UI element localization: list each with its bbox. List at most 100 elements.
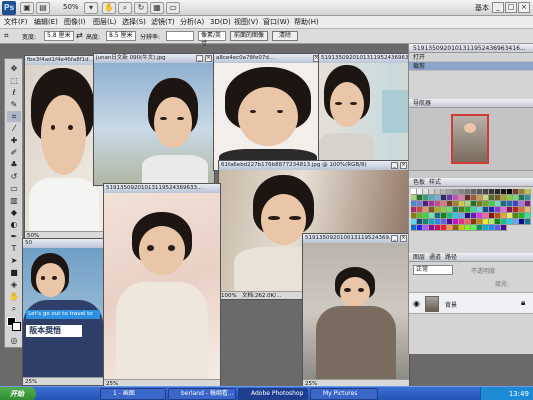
taskbar-item-browser[interactable]: berland - 稿纲看... bbox=[168, 388, 236, 400]
history-item-open[interactable]: 打开 bbox=[409, 53, 533, 62]
tab-layers[interactable]: 图层 bbox=[413, 253, 425, 262]
hand-tool-icon[interactable]: ✋ bbox=[102, 2, 116, 14]
quick-select-tool-icon[interactable]: ✎ bbox=[7, 99, 21, 110]
shape-tool-icon[interactable]: ■ bbox=[7, 267, 21, 278]
poster-caption: Let's go out to travel to bbox=[26, 309, 100, 319]
resolution-unit-select[interactable]: 像素/英寸 bbox=[198, 31, 226, 47]
taskbar-item-photoshop[interactable]: Adobe Photoshop bbox=[238, 388, 308, 400]
marquee-tool-icon[interactable]: ⬚ bbox=[7, 75, 21, 86]
zoom-dropdown-icon[interactable]: ▾ bbox=[84, 2, 98, 14]
system-tray-clock[interactable]: 13:49 bbox=[480, 387, 533, 400]
move-tool-icon[interactable]: ✥ bbox=[7, 63, 21, 74]
document-window-6[interactable]: 51913509201013119524369633... 25% bbox=[103, 183, 221, 388]
pen-tool-icon[interactable]: ✒ bbox=[7, 231, 21, 242]
menu-help[interactable]: 帮助(H) bbox=[294, 17, 319, 28]
document-2-close-icon[interactable]: × bbox=[205, 55, 212, 62]
width-label: 宽度: bbox=[22, 34, 37, 41]
blur-tool-icon[interactable]: ◆ bbox=[7, 207, 21, 218]
brush-tool-icon[interactable]: ✐ bbox=[7, 147, 21, 158]
document-5-minimize-icon[interactable]: _ bbox=[391, 162, 398, 169]
document-5-close-icon[interactable]: × bbox=[400, 162, 407, 169]
eraser-tool-icon[interactable]: ▭ bbox=[7, 183, 21, 194]
lasso-tool-icon[interactable]: ℓ bbox=[7, 87, 21, 98]
menu-file[interactable]: 文件(F) bbox=[4, 17, 28, 28]
menu-view[interactable]: 视图(V) bbox=[234, 17, 258, 28]
start-button[interactable]: 开始 bbox=[0, 387, 36, 400]
document-window-2[interactable]: junan日文新 090(牛文).jpg _ × bbox=[93, 53, 215, 186]
launch-bridge-icon[interactable]: ▣ bbox=[20, 2, 34, 14]
hand-tool-icon[interactable]: ✋ bbox=[7, 291, 21, 302]
tab-channels[interactable]: 通道 bbox=[429, 253, 441, 262]
background-color-swatch[interactable] bbox=[12, 322, 21, 331]
color-swatch[interactable] bbox=[525, 219, 531, 225]
3d-rotate-tool-icon[interactable]: ◈ bbox=[7, 279, 21, 290]
tab-swatches[interactable]: 色板 bbox=[413, 178, 425, 187]
menu-3d[interactable]: 3D(D) bbox=[210, 17, 231, 28]
history-brush-tool-icon[interactable]: ↺ bbox=[7, 171, 21, 182]
history-empty-area bbox=[409, 71, 533, 99]
zoom-level[interactable]: 50% bbox=[63, 3, 79, 11]
path-selection-tool-icon[interactable]: ➤ bbox=[7, 255, 21, 266]
front-image-button[interactable]: 前面的图像 bbox=[230, 31, 268, 41]
height-field[interactable]: 8.5 厘米 bbox=[106, 31, 136, 41]
menu-layer[interactable]: 图层(L) bbox=[93, 17, 116, 28]
menu-edit[interactable]: 编辑(E) bbox=[34, 17, 58, 28]
document-window-8[interactable]: 50 Let's go out to travel to 阪本奨悟 25% bbox=[22, 238, 104, 386]
taskbar-item-paint[interactable]: 1 - 画图 bbox=[100, 388, 166, 400]
minimize-icon[interactable]: _ bbox=[492, 2, 504, 13]
crop-tool-icon[interactable]: ⌗ bbox=[7, 111, 21, 122]
screen-mode-icon[interactable]: ▭ bbox=[166, 2, 180, 14]
navigator-zoom-slider[interactable] bbox=[409, 170, 533, 178]
document-8-title[interactable]: 50 bbox=[23, 239, 103, 248]
close-icon[interactable]: × bbox=[518, 2, 530, 13]
width-field[interactable]: 5.8 厘米 bbox=[44, 31, 74, 41]
document-window-1[interactable]: fbe3f4ad1f4e46fa8f1d... 50% bbox=[24, 55, 104, 240]
arrange-documents-icon[interactable]: ▦ bbox=[150, 2, 164, 14]
menu-filter[interactable]: 滤镜(T) bbox=[151, 17, 175, 28]
document-6-title[interactable]: 51913509201013119524369633... bbox=[104, 184, 220, 193]
view-extras-icon[interactable]: ▤ bbox=[36, 2, 50, 14]
dodge-tool-icon[interactable]: ◐ bbox=[7, 219, 21, 230]
swatches-grid[interactable] bbox=[409, 187, 533, 253]
eyedropper-tool-icon[interactable]: ⁄ bbox=[7, 123, 21, 134]
gradient-tool-icon[interactable]: ▥ bbox=[7, 195, 21, 206]
history-item-crop[interactable]: 裁剪 bbox=[409, 62, 533, 71]
menu-select[interactable]: 选择(S) bbox=[122, 17, 146, 28]
document-window-7[interactable]: 519135092010013119524369... _ × 25% bbox=[302, 233, 410, 388]
rotate-view-icon[interactable]: ↻ bbox=[134, 2, 148, 14]
tab-paths[interactable]: 路径 bbox=[445, 253, 457, 262]
zoom-tool-icon[interactable]: ⌕ bbox=[118, 2, 132, 14]
document-5-title[interactable]: 61fa6ebd227b176b8877234813.jpg @ 100%(RG… bbox=[219, 161, 409, 170]
healing-brush-tool-icon[interactable]: ✚ bbox=[7, 135, 21, 146]
type-tool-icon[interactable]: T bbox=[7, 243, 21, 254]
quick-mask-icon[interactable]: ◎ bbox=[7, 335, 21, 346]
document-3-title[interactable]: a8ce4ec0a78fe07d... bbox=[214, 54, 322, 63]
tab-styles[interactable]: 样式 bbox=[429, 178, 441, 187]
layer-visibility-eye-icon[interactable]: ◉ bbox=[413, 299, 420, 308]
document-7-close-icon[interactable]: × bbox=[400, 235, 407, 242]
layer-row-background[interactable]: ◉ 背景 🔒︎ bbox=[409, 292, 533, 314]
crop-tool-icon[interactable]: ⌗ bbox=[4, 31, 9, 41]
taskbar-item-my-pictures[interactable]: My Pictures bbox=[310, 388, 378, 400]
fill-label: 填充: bbox=[495, 281, 510, 288]
menu-analysis[interactable]: 分析(A) bbox=[180, 17, 204, 28]
clear-button[interactable]: 清除 bbox=[272, 31, 298, 41]
document-window-3[interactable]: a8ce4ec0a78fe07d... × bbox=[213, 53, 323, 171]
history-panel-header[interactable]: 5191350920101311952436963416... bbox=[409, 44, 533, 53]
blend-mode-select[interactable]: 正常 bbox=[413, 265, 453, 275]
zoom-tool-icon[interactable]: ⌕ bbox=[7, 303, 21, 314]
swap-icon[interactable]: ⇄ bbox=[76, 31, 83, 40]
layer-thumbnail bbox=[425, 296, 439, 312]
menu-window[interactable]: 窗口(W) bbox=[263, 17, 289, 28]
navigator-thumbnail[interactable] bbox=[451, 114, 489, 164]
tab-navigator[interactable]: 导航器 bbox=[413, 99, 431, 108]
document-7-minimize-icon[interactable]: _ bbox=[391, 235, 398, 242]
document-1-title[interactable]: fbe3f4ad1f4e46fa8f1d... bbox=[25, 56, 103, 65]
maximize-icon[interactable]: □ bbox=[505, 2, 517, 13]
menu-image[interactable]: 图像(I) bbox=[64, 17, 86, 28]
workspace-switcher[interactable]: 基本 bbox=[475, 3, 489, 13]
clone-stamp-tool-icon[interactable]: ♣ bbox=[7, 159, 21, 170]
resolution-field[interactable] bbox=[166, 31, 194, 41]
color-swatch[interactable] bbox=[501, 225, 507, 231]
document-2-minimize-icon[interactable]: _ bbox=[196, 55, 203, 62]
